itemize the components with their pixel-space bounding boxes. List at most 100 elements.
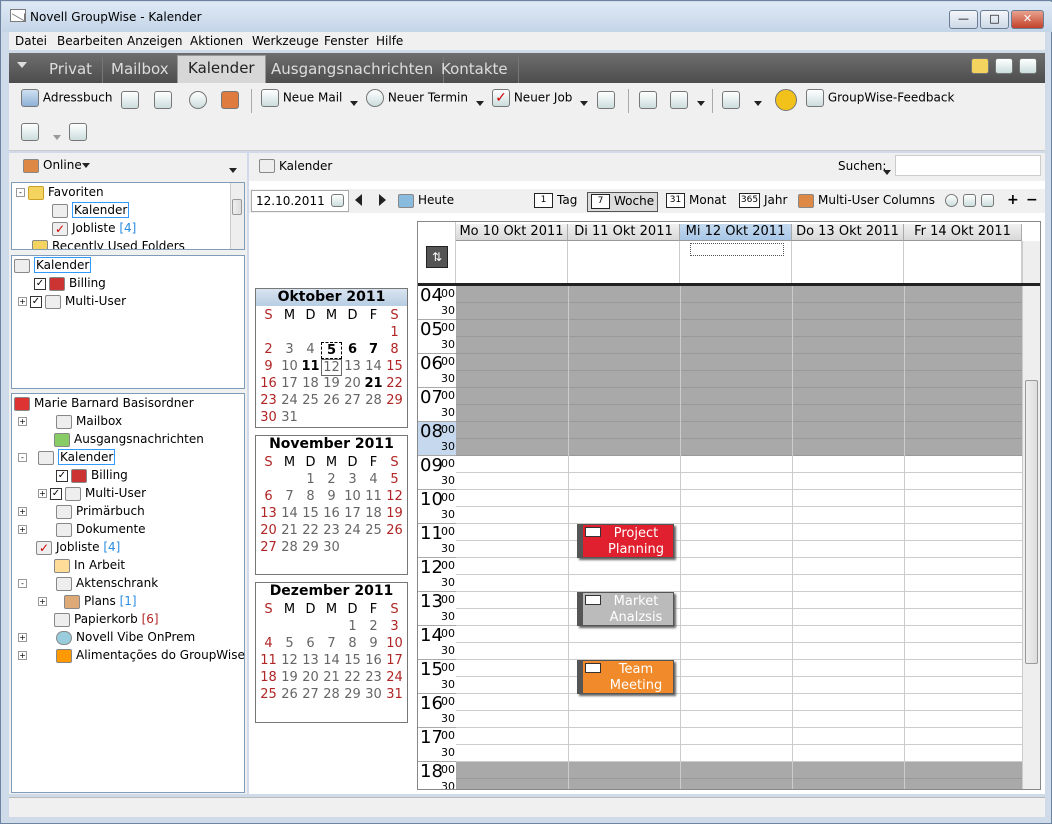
minicalendar-day[interactable]: 8 <box>342 636 363 651</box>
time-slot[interactable] <box>456 745 1022 762</box>
minicalendar-day[interactable]: 5 <box>279 636 300 651</box>
day-header[interactable]: Fr 14 Okt 2011 <box>904 224 1022 241</box>
appointment[interactable]: Team Meeting <box>577 660 674 694</box>
day-header[interactable]: Di 11 Okt 2011 <box>568 224 680 241</box>
all-day-cell[interactable] <box>904 241 1022 283</box>
appointment[interactable]: Project Planning <box>577 524 674 558</box>
minicalendar-day[interactable]: 25 <box>363 523 384 538</box>
list-view-icon[interactable] <box>995 58 1013 74</box>
minicalendar-day[interactable]: 3 <box>342 472 363 487</box>
time-slot[interactable] <box>456 660 1022 677</box>
new-mail-dropdown[interactable] <box>350 96 358 110</box>
find-icon[interactable] <box>189 91 207 109</box>
minicalendar-day[interactable]: 15 <box>384 359 405 374</box>
minicalendar-day[interactable]: 23 <box>321 523 342 538</box>
minicalendar-day[interactable]: 9 <box>258 359 279 374</box>
view-week-button[interactable]: 7 Woche <box>587 192 659 212</box>
time-slot[interactable] <box>456 405 1022 422</box>
minicalendar-day[interactable]: 16 <box>363 653 384 668</box>
menu-fenster[interactable]: Fenster <box>324 34 369 48</box>
menu-werkzeuge[interactable]: Werkzeuge <box>252 34 319 48</box>
minicalendar-day[interactable]: 27 <box>300 687 321 702</box>
minicalendar-day[interactable]: 7 <box>279 489 300 504</box>
expand-icon[interactable]: + <box>18 507 27 516</box>
minicalendar-day[interactable]: 4 <box>258 636 279 651</box>
columns-dropdown[interactable] <box>697 96 705 110</box>
time-slot[interactable] <box>456 320 1022 337</box>
zoom-out-icon[interactable]: − <box>1026 192 1038 208</box>
tab-privat[interactable]: Privat <box>39 57 104 83</box>
folder-vibe[interactable]: + Novell Vibe OnPrem <box>18 630 195 648</box>
time-slot[interactable] <box>456 507 1022 524</box>
expand-icon[interactable]: + <box>18 417 27 426</box>
minicalendar-day[interactable]: 8 <box>300 489 321 504</box>
minicalendar-day[interactable]: 25 <box>258 687 279 702</box>
minicalendar-day[interactable]: 28 <box>321 687 342 702</box>
time-slot[interactable] <box>456 524 1022 541</box>
folder-jobliste[interactable]: ✓ Jobliste [4] <box>36 540 120 558</box>
time-slot[interactable] <box>456 711 1022 728</box>
feedback-button[interactable]: GroupWise-Feedback <box>806 89 954 107</box>
minicalendar-day[interactable]: 1 <box>342 619 363 634</box>
appointment[interactable]: Market Analzsis <box>577 592 674 626</box>
address-book-button[interactable]: Adressbuch <box>21 89 112 107</box>
time-slot[interactable] <box>456 677 1022 694</box>
pane-menu-dropdown[interactable] <box>229 163 237 177</box>
minicalendar-day[interactable]: 8 <box>384 342 405 357</box>
minicalendar-day[interactable]: 17 <box>384 653 405 668</box>
minicalendar-day[interactable]: 28 <box>279 540 300 555</box>
favorite-kalender[interactable]: Kalender <box>52 202 130 221</box>
minicalendar-day[interactable]: 11 <box>300 359 321 374</box>
expand-icon[interactable]: + <box>38 489 47 498</box>
folder-ausgangsnachrichten[interactable]: Ausgangsnachrichten <box>54 432 204 450</box>
trash-icon[interactable] <box>21 123 39 141</box>
expand-icon[interactable]: + <box>18 297 27 306</box>
time-slot[interactable] <box>456 694 1022 711</box>
minicalendar-day[interactable]: 26 <box>279 687 300 702</box>
folder-dokumente[interactable]: + Dokumente <box>18 522 146 540</box>
folder-billing[interactable]: ✓ Billing <box>56 468 128 486</box>
zoom-in-icon[interactable]: + <box>1007 192 1019 208</box>
time-slot[interactable] <box>456 354 1022 371</box>
time-slot[interactable] <box>456 609 1022 626</box>
minicalendar-day[interactable]: 23 <box>258 393 279 408</box>
minicalendar-day[interactable]: 6 <box>258 489 279 504</box>
favorites-scrollbar[interactable] <box>230 183 244 249</box>
minicalendar-day[interactable]: 31 <box>279 410 300 425</box>
minicalendar-day[interactable]: 27 <box>342 393 363 408</box>
minicalendar-day[interactable]: 12 <box>279 653 300 668</box>
minicalendar-day[interactable]: 11 <box>258 653 279 668</box>
time-slot[interactable] <box>456 473 1022 490</box>
minicalendar-day[interactable]: 14 <box>363 359 384 374</box>
time-slot[interactable] <box>456 575 1022 592</box>
minicalendar-day[interactable]: 3 <box>279 342 300 357</box>
time-slot[interactable] <box>456 541 1022 558</box>
minicalendar-day[interactable]: 10 <box>342 489 363 504</box>
folder-plans[interactable]: + Plans [1] <box>38 594 137 612</box>
collapse-icon[interactable]: - <box>18 453 27 462</box>
all-day-scrollbar[interactable] <box>1022 241 1040 283</box>
scrollbar-thumb[interactable] <box>232 199 242 215</box>
new-mail-button[interactable]: Neue Mail <box>261 89 342 107</box>
minicalendar-day[interactable]: 29 <box>384 393 405 408</box>
time-slot[interactable] <box>456 592 1022 609</box>
minicalendar-day[interactable]: 4 <box>300 342 321 357</box>
task-filter-icon[interactable] <box>963 194 976 207</box>
minicalendar-day[interactable]: 21 <box>279 523 300 538</box>
minicalendar-day[interactable]: 7 <box>321 636 342 651</box>
minicalendar-day[interactable]: 28 <box>363 393 384 408</box>
menu-datei[interactable]: Datei <box>15 34 47 48</box>
next-arrow-icon[interactable] <box>379 194 386 206</box>
minicalendar-day[interactable]: 30 <box>321 540 342 555</box>
minicalendar-day[interactable]: 6 <box>342 342 363 357</box>
minicalendar-day[interactable]: 9 <box>321 489 342 504</box>
minicalendar-day[interactable]: 22 <box>384 376 405 391</box>
checkbox[interactable]: ✓ <box>34 277 46 290</box>
expand-icon[interactable]: + <box>38 597 47 606</box>
minicalendar-day[interactable]: 18 <box>363 506 384 521</box>
print-icon[interactable] <box>154 91 172 109</box>
minicalendar-day[interactable]: 17 <box>342 506 363 521</box>
minicalendar-day[interactable]: 22 <box>300 523 321 538</box>
view-month-button[interactable]: 31 Monat <box>663 192 729 212</box>
folder-primaerbuch[interactable]: + Primärbuch <box>18 504 145 522</box>
